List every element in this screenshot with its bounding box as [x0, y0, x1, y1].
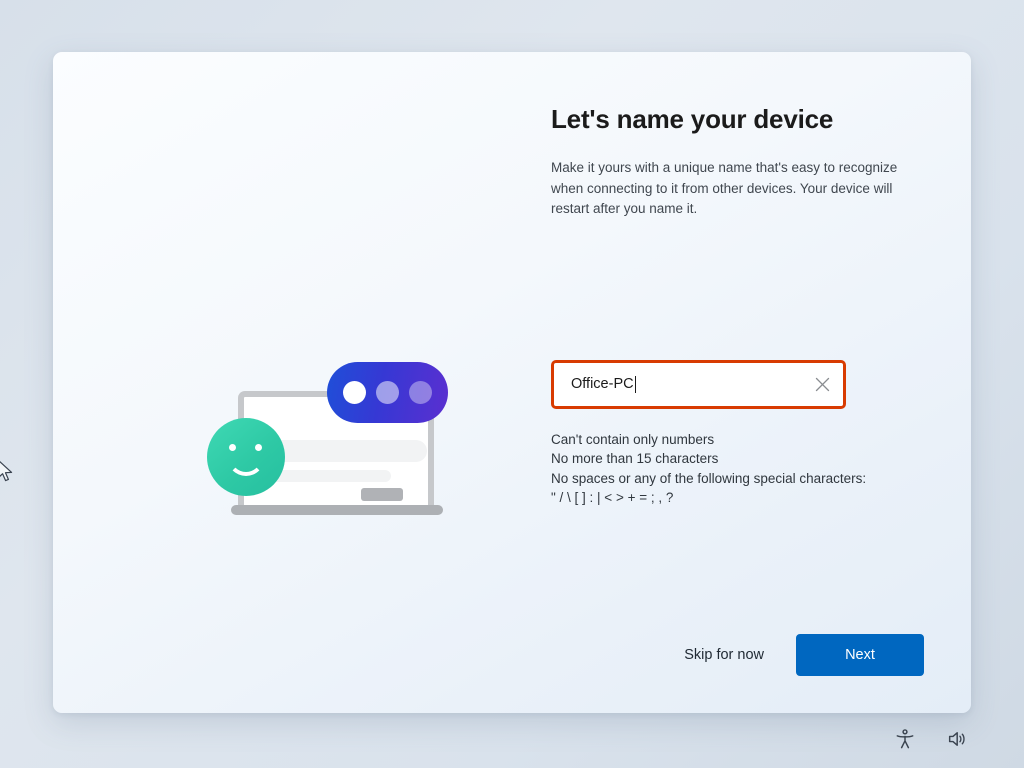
device-naming-illustration	[201, 348, 469, 532]
next-button[interactable]: Next	[796, 634, 924, 676]
content-column: Let's name your device Make it yours wit…	[551, 104, 931, 508]
laptop-base	[231, 505, 443, 515]
page-subtitle: Make it yours with a unique name that's …	[551, 160, 898, 216]
device-name-value-wrap: Office-PC	[571, 375, 807, 393]
laptop-button-shape	[361, 488, 403, 501]
device-name-value: Office-PC	[571, 376, 634, 392]
text-caret	[634, 375, 636, 393]
validation-rule: " / \ [ ] : | < > + = ; , ?	[551, 490, 674, 505]
chat-dot-3	[409, 381, 432, 404]
validation-rule: No spaces or any of the following specia…	[551, 470, 867, 486]
validation-rule: No more than 15 characters	[551, 451, 719, 466]
skip-for-now-button[interactable]: Skip for now	[680, 641, 768, 669]
footer-actions: Skip for now Next	[680, 634, 924, 676]
oobe-card: Let's name your device Make it yours wit…	[53, 52, 971, 713]
validation-rules: Can't contain only numbers No more than …	[551, 430, 931, 508]
smiley-face-icon	[207, 418, 285, 496]
speaker-icon[interactable]	[946, 728, 968, 750]
validation-rule: Can't contain only numbers	[551, 431, 715, 447]
chat-dot-2	[376, 381, 399, 404]
accessibility-icon[interactable]	[894, 728, 916, 750]
smiley-mouth	[227, 456, 265, 476]
smiley-eye-right	[255, 444, 262, 451]
page-title: Let's name your device	[551, 104, 834, 134]
chat-dot-1	[343, 381, 366, 404]
system-tray	[894, 728, 968, 750]
device-name-input[interactable]: Office-PC	[551, 359, 846, 409]
smiley-eye-left	[229, 444, 236, 451]
close-icon[interactable]	[807, 369, 837, 399]
chat-bubble-icon	[327, 362, 448, 423]
mouse-cursor	[0, 459, 15, 485]
